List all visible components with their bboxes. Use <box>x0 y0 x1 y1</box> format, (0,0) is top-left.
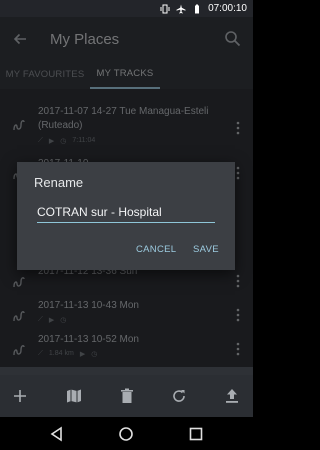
dialog-title: Rename <box>34 175 84 190</box>
map-icon[interactable] <box>64 386 84 406</box>
status-bar: 07:00:10 <box>0 0 253 17</box>
nav-recents-icon[interactable] <box>187 425 205 443</box>
upload-icon[interactable] <box>222 386 242 406</box>
nav-home-icon[interactable] <box>117 425 135 443</box>
bottom-toolbar <box>0 375 253 417</box>
refresh-icon[interactable] <box>169 386 189 406</box>
nav-back-icon[interactable] <box>48 425 66 443</box>
system-nav-bar <box>0 417 253 450</box>
delete-icon[interactable] <box>117 386 137 406</box>
cancel-button[interactable]: CANCEL <box>136 242 176 257</box>
save-button[interactable]: SAVE <box>193 242 219 257</box>
screen: 07:00:10 My Places MY FAVOURITES MY TRAC… <box>0 0 253 450</box>
status-time: 07:00:10 <box>208 3 247 14</box>
rename-input[interactable] <box>37 202 215 223</box>
vibrate-icon <box>160 4 170 13</box>
battery-icon <box>195 4 200 13</box>
add-icon[interactable] <box>10 386 30 406</box>
rename-dialog: Rename CANCEL SAVE <box>17 162 235 270</box>
airplane-mode-icon <box>176 4 186 13</box>
